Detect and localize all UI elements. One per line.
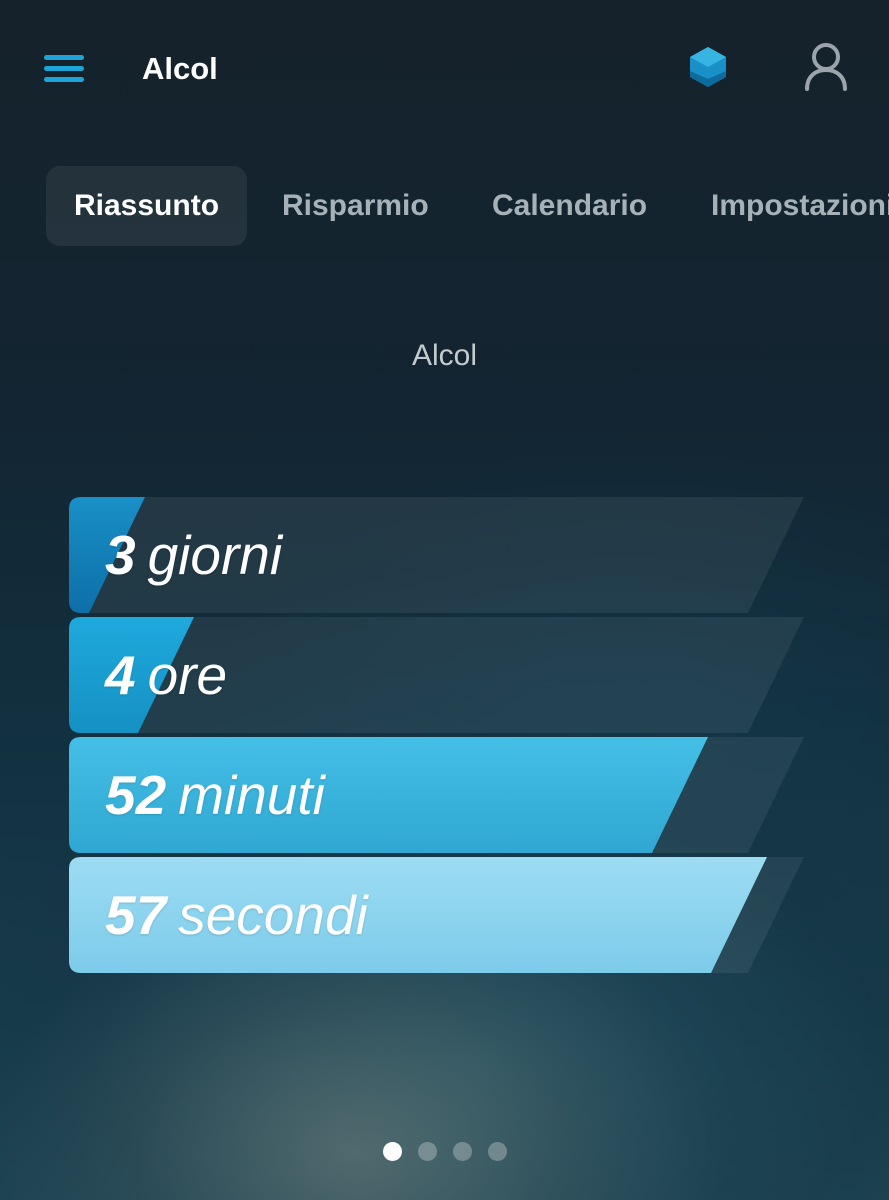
- hours-value: 4: [105, 644, 136, 706]
- counter-bar-minutes: 52 minuti: [69, 737, 804, 853]
- tab-impostazioni[interactable]: Impostazioni: [711, 166, 889, 246]
- counter-bar-days: 3 giorni: [69, 497, 804, 613]
- tab-riassunto[interactable]: Riassunto: [46, 166, 248, 246]
- days-value: 3: [105, 524, 136, 586]
- tab-calendario[interactable]: Calendario: [492, 166, 647, 246]
- page-dot[interactable]: [417, 1142, 437, 1161]
- hexagon-gem-icon[interactable]: [688, 46, 728, 88]
- days-unit: giorni: [147, 524, 283, 586]
- minutes-value: 52: [105, 764, 167, 826]
- tab-bar: Riassunto Risparmio Calendario Impostazi…: [46, 166, 889, 246]
- counter-bar-hours: 4 ore: [69, 617, 804, 733]
- page-dot[interactable]: [487, 1142, 507, 1161]
- app-title: Alcol: [142, 51, 218, 86]
- seconds-value: 57: [105, 884, 167, 946]
- section-title: Alcol: [411, 339, 478, 372]
- user-profile-icon[interactable]: [804, 42, 848, 92]
- counter-bar-seconds: 57 secondi: [69, 857, 804, 973]
- hours-unit: ore: [147, 644, 228, 706]
- minutes-unit: minuti: [178, 764, 325, 826]
- page-dot[interactable]: [382, 1142, 402, 1161]
- top-app-bar: Alcol: [0, 0, 889, 136]
- seconds-unit: secondi: [178, 884, 368, 946]
- tab-risparmio[interactable]: Risparmio: [282, 166, 429, 246]
- page-dot[interactable]: [452, 1142, 472, 1161]
- hamburger-menu-icon[interactable]: [44, 55, 84, 83]
- page-indicator: [0, 1142, 889, 1164]
